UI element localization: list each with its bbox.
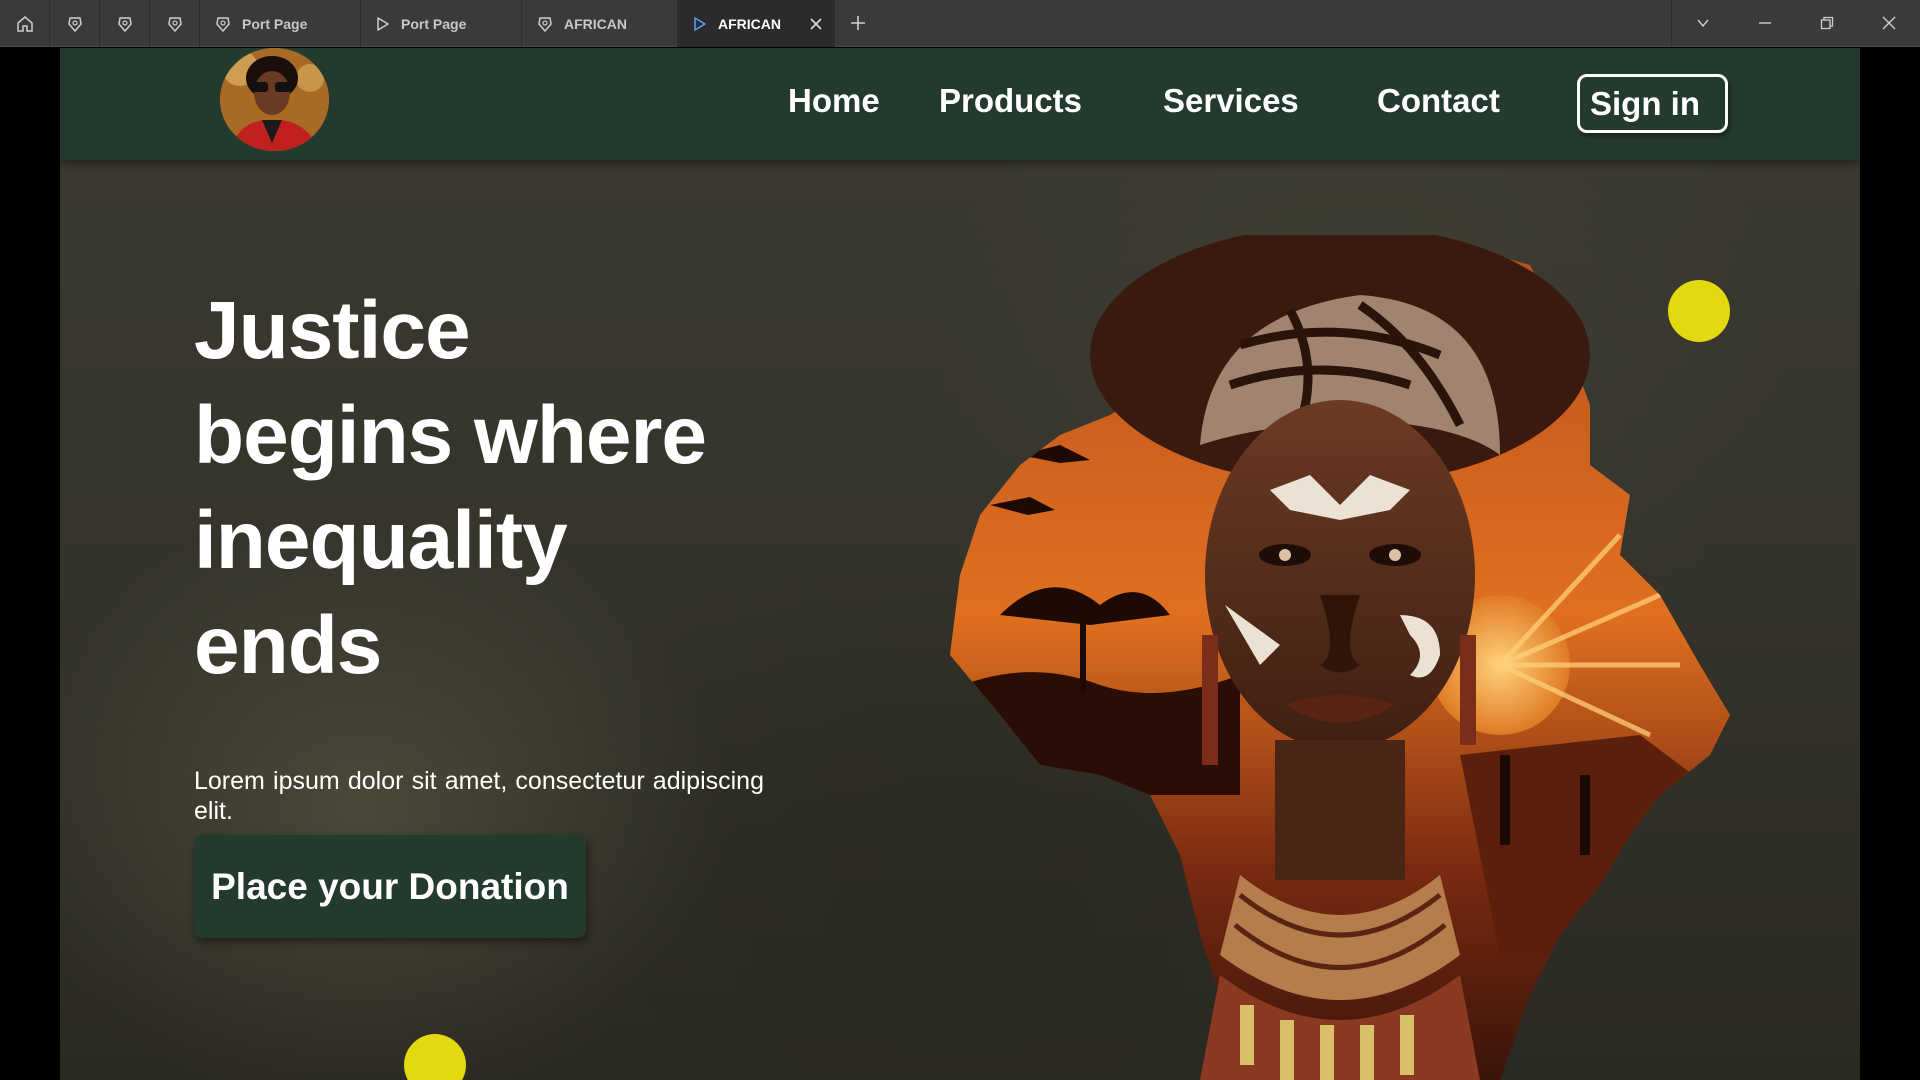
browser-tab-strip: Port Page Port Page AFRICAN AFRICAN: [0, 0, 1920, 47]
brave-shield-icon: [67, 16, 82, 32]
avatar-portrait: [220, 48, 329, 151]
play-triangle-icon: [694, 16, 706, 31]
africa-woman-illustration: [950, 235, 1730, 1080]
brave-shield-icon: [167, 16, 182, 32]
tab-port-page-2[interactable]: Port Page: [361, 0, 522, 47]
donate-button[interactable]: Place your Donation: [194, 835, 586, 938]
brave-shield-icon: [117, 16, 132, 32]
play-triangle-icon: [377, 16, 389, 31]
tab-label: Port Page: [401, 15, 467, 32]
brave-shield-icon: [538, 16, 552, 32]
close-icon: [1882, 16, 1896, 30]
close-window-button[interactable]: [1858, 0, 1920, 46]
pinned-tab-2[interactable]: [100, 0, 150, 47]
pinned-tab-1[interactable]: [50, 0, 100, 47]
nav-services[interactable]: Services: [1163, 82, 1299, 120]
restore-button[interactable]: [1796, 0, 1858, 46]
tab-port-page-1[interactable]: Port Page: [200, 0, 361, 47]
profile-avatar[interactable]: [220, 48, 329, 151]
hero-headline: Justice begins where inequality ends: [194, 278, 707, 698]
home-icon: [16, 15, 33, 32]
landing-page: Home Products Services Contact Sign in J…: [60, 48, 1860, 1080]
tab-label: AFRICAN: [718, 15, 781, 32]
tab-strip-spacer: [881, 0, 1672, 46]
headline-line: Justice: [194, 285, 471, 376]
hero-subtext: Lorem ipsum dolor sit amet, consectetur …: [194, 767, 764, 825]
site-navbar: Home Products Services Contact Sign in: [60, 48, 1860, 160]
headline-line: inequality: [194, 495, 568, 586]
tab-label: AFRICAN: [564, 15, 627, 32]
close-icon[interactable]: [809, 17, 823, 31]
pinned-tab-3[interactable]: [150, 0, 200, 47]
minimize-icon: [1759, 22, 1771, 24]
nav-contact[interactable]: Contact: [1377, 82, 1500, 120]
tab-list-button[interactable]: [1672, 0, 1734, 46]
new-tab-button[interactable]: [835, 0, 881, 46]
minimize-button[interactable]: [1734, 0, 1796, 46]
decorative-yellow-dot: [404, 1034, 466, 1080]
chevron-down-icon: [1697, 19, 1709, 28]
tab-african-1[interactable]: AFRICAN: [522, 0, 678, 47]
brave-shield-icon: [216, 16, 230, 32]
sign-in-button[interactable]: Sign in: [1577, 74, 1728, 133]
headline-line: ends: [194, 600, 382, 691]
headline-line: begins where: [194, 390, 707, 481]
tab-african-active[interactable]: AFRICAN: [678, 0, 835, 47]
browser-viewport: Home Products Services Contact Sign in J…: [0, 48, 1920, 1080]
home-button[interactable]: [0, 0, 50, 47]
nav-home[interactable]: Home: [788, 82, 880, 120]
nav-products[interactable]: Products: [939, 82, 1082, 120]
decorative-yellow-dot: [1668, 280, 1730, 342]
tab-label: Port Page: [242, 15, 308, 32]
plus-icon: [851, 16, 865, 30]
restore-icon: [1820, 16, 1834, 30]
